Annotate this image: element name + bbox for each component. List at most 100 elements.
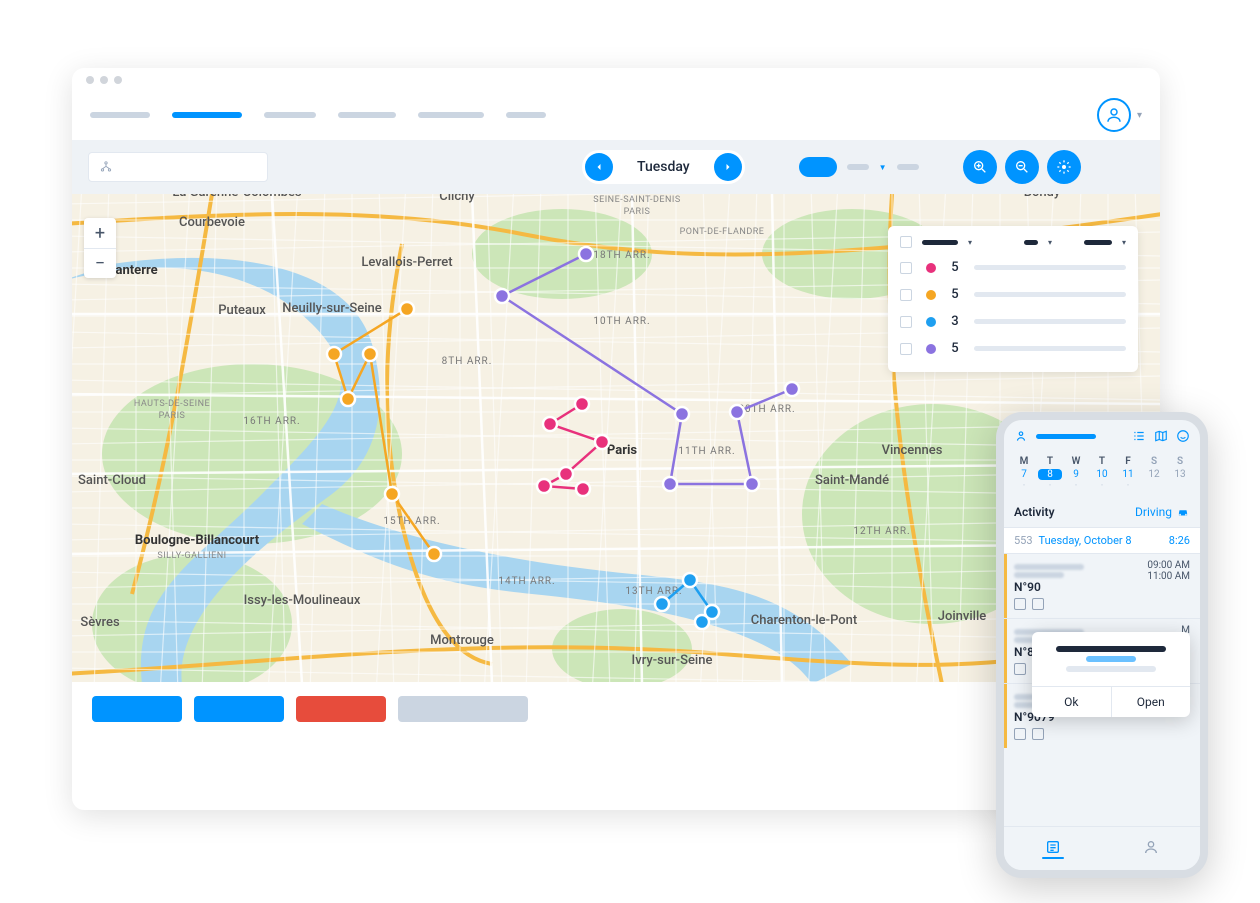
task-card[interactable]: 09:00 AM11:00 AM N°90 bbox=[1004, 553, 1200, 618]
region-label: HAUTS-DE-SEINE bbox=[134, 399, 210, 409]
region-label: SEINE-SAINT-DENIS bbox=[593, 195, 680, 205]
bottom-action-button[interactable] bbox=[398, 696, 528, 722]
route-stop[interactable] bbox=[363, 347, 377, 361]
calendar-day[interactable]: 13 bbox=[1168, 469, 1192, 480]
bottom-action-button[interactable] bbox=[296, 696, 386, 722]
legend-checkbox[interactable] bbox=[900, 262, 912, 274]
nav-item-5[interactable] bbox=[418, 112, 484, 118]
zoom-out-button[interactable] bbox=[1005, 150, 1039, 184]
bottom-action-button[interactable] bbox=[92, 696, 182, 722]
calendar-day-indicator: • bbox=[1116, 482, 1140, 489]
district-label: 8TH ARR. bbox=[442, 356, 493, 367]
map-zoom-in[interactable]: + bbox=[84, 218, 116, 248]
chevron-down-icon: ▾ bbox=[1048, 238, 1052, 247]
calendar-day[interactable]: 8 bbox=[1038, 469, 1062, 480]
day-selector: Tuesday bbox=[582, 150, 745, 184]
popup-ok-button[interactable]: Ok bbox=[1032, 687, 1111, 717]
route-stop[interactable] bbox=[559, 467, 573, 481]
weekday-header: S bbox=[1168, 456, 1192, 467]
route-stop[interactable] bbox=[655, 597, 669, 611]
calendar-day[interactable]: 10 bbox=[1090, 469, 1114, 480]
route-stop[interactable] bbox=[785, 382, 799, 396]
segment-option[interactable] bbox=[847, 164, 869, 170]
weekday-header: T bbox=[1038, 456, 1062, 467]
window-chrome bbox=[72, 68, 1160, 90]
route-stop[interactable] bbox=[675, 407, 689, 421]
window-dot bbox=[100, 76, 108, 84]
route-stop[interactable] bbox=[341, 392, 355, 406]
tab-profile[interactable] bbox=[1102, 827, 1200, 870]
legend-checkbox[interactable] bbox=[900, 289, 912, 301]
map-zoom-out[interactable]: − bbox=[84, 248, 116, 278]
district-label: 12TH ARR. bbox=[853, 526, 910, 537]
map-toolbar: Tuesday ▼ bbox=[72, 140, 1160, 194]
calendar-day[interactable]: 11 bbox=[1116, 469, 1140, 480]
route-stop[interactable] bbox=[730, 405, 744, 419]
calendar-icon bbox=[1014, 663, 1026, 675]
calendar-day-indicator: • bbox=[1012, 482, 1036, 489]
popup-open-button[interactable]: Open bbox=[1111, 687, 1191, 717]
legend-row: 5 bbox=[900, 281, 1126, 308]
chevron-right-icon bbox=[722, 161, 734, 173]
next-day-button[interactable] bbox=[714, 153, 742, 181]
tab-agenda[interactable] bbox=[1004, 827, 1102, 870]
nav-item-4[interactable] bbox=[338, 112, 396, 118]
list-icon[interactable] bbox=[1132, 429, 1146, 443]
nav-item-6[interactable] bbox=[506, 112, 546, 118]
legend-checkbox[interactable] bbox=[900, 343, 912, 355]
route-stop[interactable] bbox=[427, 547, 441, 561]
route-stop[interactable] bbox=[695, 615, 709, 629]
legend-select-all-checkbox[interactable] bbox=[900, 236, 912, 248]
weekday-header: S bbox=[1142, 456, 1166, 467]
route-stop[interactable] bbox=[745, 477, 759, 491]
calendar-day-indicator bbox=[1142, 482, 1166, 489]
prev-day-button[interactable] bbox=[585, 153, 613, 181]
settings-button[interactable] bbox=[1047, 150, 1081, 184]
map-zoom-control: + − bbox=[84, 218, 116, 278]
route-stop[interactable] bbox=[385, 487, 399, 501]
chevron-down-icon: ▾ bbox=[968, 238, 972, 247]
route-stop[interactable] bbox=[683, 573, 697, 587]
nav-item-list bbox=[90, 112, 546, 118]
user-menu[interactable]: ▾ bbox=[1097, 98, 1142, 132]
nav-item-3[interactable] bbox=[264, 112, 316, 118]
calendar-icon bbox=[1014, 728, 1026, 740]
route-stop[interactable] bbox=[575, 397, 589, 411]
map-icon[interactable] bbox=[1154, 429, 1168, 443]
legend-header: ▾ ▾ ▾ bbox=[900, 236, 1126, 254]
task-subtitle bbox=[1014, 572, 1064, 578]
route-stop[interactable] bbox=[595, 435, 609, 449]
nav-item-1[interactable] bbox=[90, 112, 150, 118]
legend-row: 3 bbox=[900, 308, 1126, 335]
route-stop[interactable] bbox=[579, 247, 593, 261]
calendar-day[interactable]: 7 bbox=[1012, 469, 1036, 480]
route-stop[interactable] bbox=[663, 477, 677, 491]
route-stop[interactable] bbox=[495, 289, 509, 303]
mode-label: Driving bbox=[1135, 505, 1172, 519]
chevron-down-icon: ▼ bbox=[879, 163, 887, 172]
district-label: 11TH ARR. bbox=[678, 446, 735, 457]
nav-item-2-active[interactable] bbox=[172, 112, 242, 118]
route-stop[interactable] bbox=[400, 302, 414, 316]
calendar-day-indicator bbox=[1168, 482, 1192, 489]
legend-checkbox[interactable] bbox=[900, 316, 912, 328]
date-num: 553 bbox=[1014, 534, 1033, 547]
bottom-action-button[interactable] bbox=[194, 696, 284, 722]
user-icon bbox=[1143, 839, 1159, 855]
zoom-in-button[interactable] bbox=[963, 150, 997, 184]
route-stop[interactable] bbox=[537, 479, 551, 493]
route-stop[interactable] bbox=[576, 482, 590, 496]
search-input[interactable] bbox=[88, 152, 268, 182]
top-navigation: ▾ bbox=[72, 90, 1160, 140]
route-stop[interactable] bbox=[327, 347, 341, 361]
segment-active[interactable] bbox=[799, 157, 837, 177]
smile-icon[interactable] bbox=[1176, 429, 1190, 443]
calendar-day[interactable]: 9 bbox=[1064, 469, 1088, 480]
legend-bar bbox=[974, 319, 1126, 324]
district-label: 10TH ARR. bbox=[593, 316, 650, 327]
mode-selector[interactable]: Driving bbox=[1135, 505, 1190, 519]
route-stop[interactable] bbox=[543, 417, 557, 431]
popup-subtitle bbox=[1086, 656, 1136, 662]
calendar-day[interactable]: 12 bbox=[1142, 469, 1166, 480]
segment-option[interactable] bbox=[897, 164, 919, 170]
